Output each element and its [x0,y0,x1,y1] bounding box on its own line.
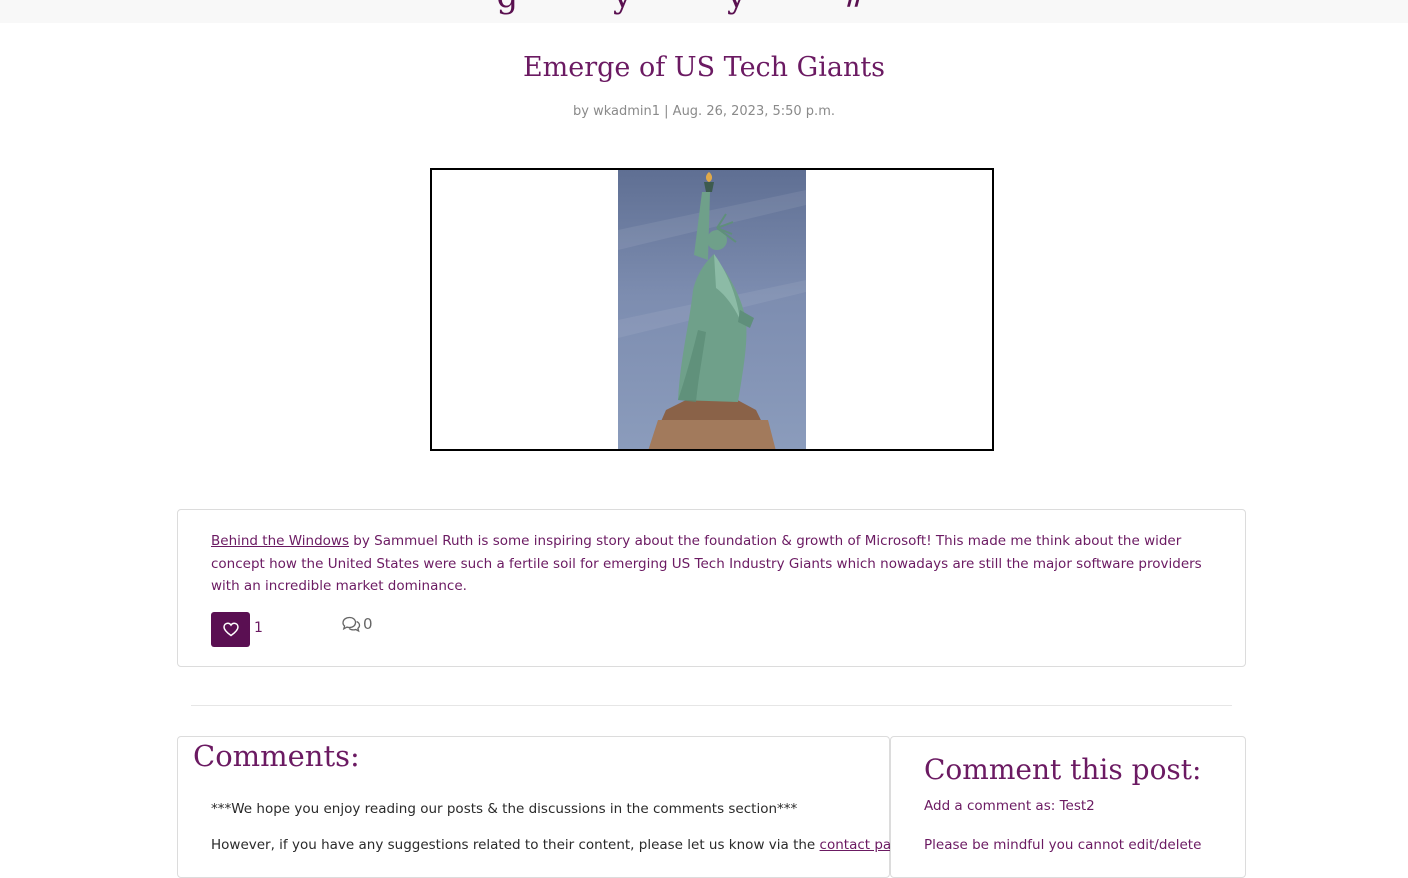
top-banner-text: g y y # [0,0,1408,16]
heart-icon [222,622,239,637]
post-image-frame [430,168,994,451]
top-banner: g y y # [0,0,1408,23]
post-image [618,170,806,449]
post-excerpt: Behind the Windows by Sammuel Ruth is so… [211,530,1211,598]
post-title: Emerge of US Tech Giants [522,52,886,83]
like-count: 1 [254,620,263,636]
comments-heading: Comments: [193,739,360,773]
source-link[interactable]: Behind the Windows [211,533,349,549]
section-divider [191,705,1232,706]
comment-form-card: Comment this post: Add a comment as: Tes… [890,736,1246,878]
speech-bubbles-icon [342,616,361,633]
post-excerpt-card: Behind the Windows by Sammuel Ruth is so… [177,509,1246,667]
comment-form-heading: Comment this post: [924,753,1202,786]
post-byline: by wkadmin1 | Aug. 26, 2023, 5:50 p.m. [573,104,835,119]
like-button[interactable] [211,612,250,647]
comment-warning: Please be mindful you cannot edit/delete [924,837,1202,853]
comment-count: 0 [363,615,373,633]
excerpt-body: by Sammuel Ruth is some inspiring story … [211,533,1202,594]
comment-as-label: Add a comment as: Test2 [924,798,1095,814]
comments-section: Comments: ***We hope you enjoy reading o… [177,736,908,878]
comments-note: ***We hope you enjoy reading our posts &… [211,801,798,817]
comments-contact-note: However, if you have any suggestions rel… [211,837,908,853]
contact-note-text: However, if you have any suggestions rel… [211,837,820,853]
